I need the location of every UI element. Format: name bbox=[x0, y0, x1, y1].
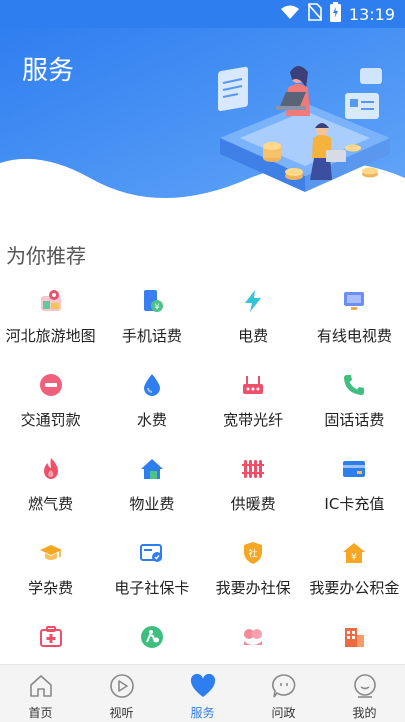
status-bar: 13:19 bbox=[0, 0, 405, 28]
service-landline[interactable]: 固话话费 bbox=[304, 368, 405, 452]
no-entry-icon bbox=[38, 372, 64, 398]
service-illustration bbox=[218, 66, 390, 192]
services-grid: 河北旅游地图 ¥ 手机话费 电费 有线电视费 交通罚款 水费 宽带光纤 固话话费… bbox=[0, 284, 405, 704]
service-housing-fund[interactable]: ¥ 我要办公积金 bbox=[304, 536, 405, 620]
battery-charging-icon bbox=[329, 2, 341, 26]
service-cable-tv[interactable]: 有线电视费 bbox=[304, 284, 405, 368]
svg-text:¥: ¥ bbox=[154, 303, 159, 312]
bottom-tab-bar: 首页 视听 服务 问政 我的 bbox=[0, 664, 405, 722]
service-water[interactable]: 水费 bbox=[101, 368, 202, 452]
chat-icon bbox=[269, 671, 299, 701]
map-icon bbox=[38, 288, 64, 314]
service-ic-card[interactable]: IC卡充值 bbox=[304, 452, 405, 536]
building-icon bbox=[341, 624, 367, 650]
profile-icon bbox=[350, 671, 380, 701]
header-banner: 服务 bbox=[0, 28, 405, 233]
page-title: 服务 bbox=[22, 56, 75, 86]
shield-icon: 社 bbox=[240, 540, 266, 566]
service-social-security-card[interactable]: 电子社保卡 bbox=[101, 536, 202, 620]
service-broadband[interactable]: 宽带光纤 bbox=[203, 368, 304, 452]
no-sim-icon bbox=[307, 3, 323, 25]
heart-icon bbox=[188, 671, 218, 701]
first-aid-kit-icon bbox=[38, 624, 64, 650]
router-icon bbox=[240, 372, 266, 398]
svg-text:社: 社 bbox=[249, 548, 258, 560]
clock: 13:19 bbox=[348, 4, 395, 24]
wifi-icon bbox=[280, 4, 300, 24]
tab-services[interactable]: 服务 bbox=[162, 665, 243, 722]
graduation-cap-icon bbox=[38, 540, 64, 566]
water-drop-icon bbox=[139, 372, 165, 398]
svg-text:¥: ¥ bbox=[352, 553, 358, 563]
service-mobile-bill[interactable]: ¥ 手机话费 bbox=[101, 284, 202, 368]
service-apply-social-security[interactable]: 社 我要办社保 bbox=[203, 536, 304, 620]
home-icon bbox=[26, 671, 56, 701]
flame-icon bbox=[38, 456, 64, 482]
service-tuition[interactable]: 学杂费 bbox=[0, 536, 101, 620]
house-fund-icon: ¥ bbox=[341, 540, 367, 566]
service-electricity[interactable]: 电费 bbox=[203, 284, 304, 368]
lightning-icon bbox=[240, 288, 266, 314]
house-icon bbox=[139, 456, 165, 482]
service-traffic-fine[interactable]: 交通罚款 bbox=[0, 368, 101, 452]
section-title: 为你推荐 bbox=[6, 244, 86, 268]
tab-profile[interactable]: 我的 bbox=[324, 665, 405, 722]
phone-bill-icon: ¥ bbox=[139, 288, 165, 314]
tab-video[interactable]: 视听 bbox=[81, 665, 162, 722]
couple-icon bbox=[240, 624, 266, 650]
service-gas[interactable]: 燃气费 bbox=[0, 452, 101, 536]
driving-icon bbox=[139, 624, 165, 650]
social-security-card-icon bbox=[139, 540, 165, 566]
tab-home[interactable]: 首页 bbox=[0, 665, 81, 722]
service-travel-map[interactable]: 河北旅游地图 bbox=[0, 284, 101, 368]
play-icon bbox=[107, 671, 137, 701]
service-property[interactable]: 物业费 bbox=[101, 452, 202, 536]
tv-icon bbox=[341, 288, 367, 314]
service-heating[interactable]: 供暖费 bbox=[203, 452, 304, 536]
radiator-icon bbox=[240, 456, 266, 482]
telephone-icon bbox=[341, 372, 367, 398]
card-icon bbox=[341, 456, 367, 482]
tab-inquiry[interactable]: 问政 bbox=[243, 665, 324, 722]
